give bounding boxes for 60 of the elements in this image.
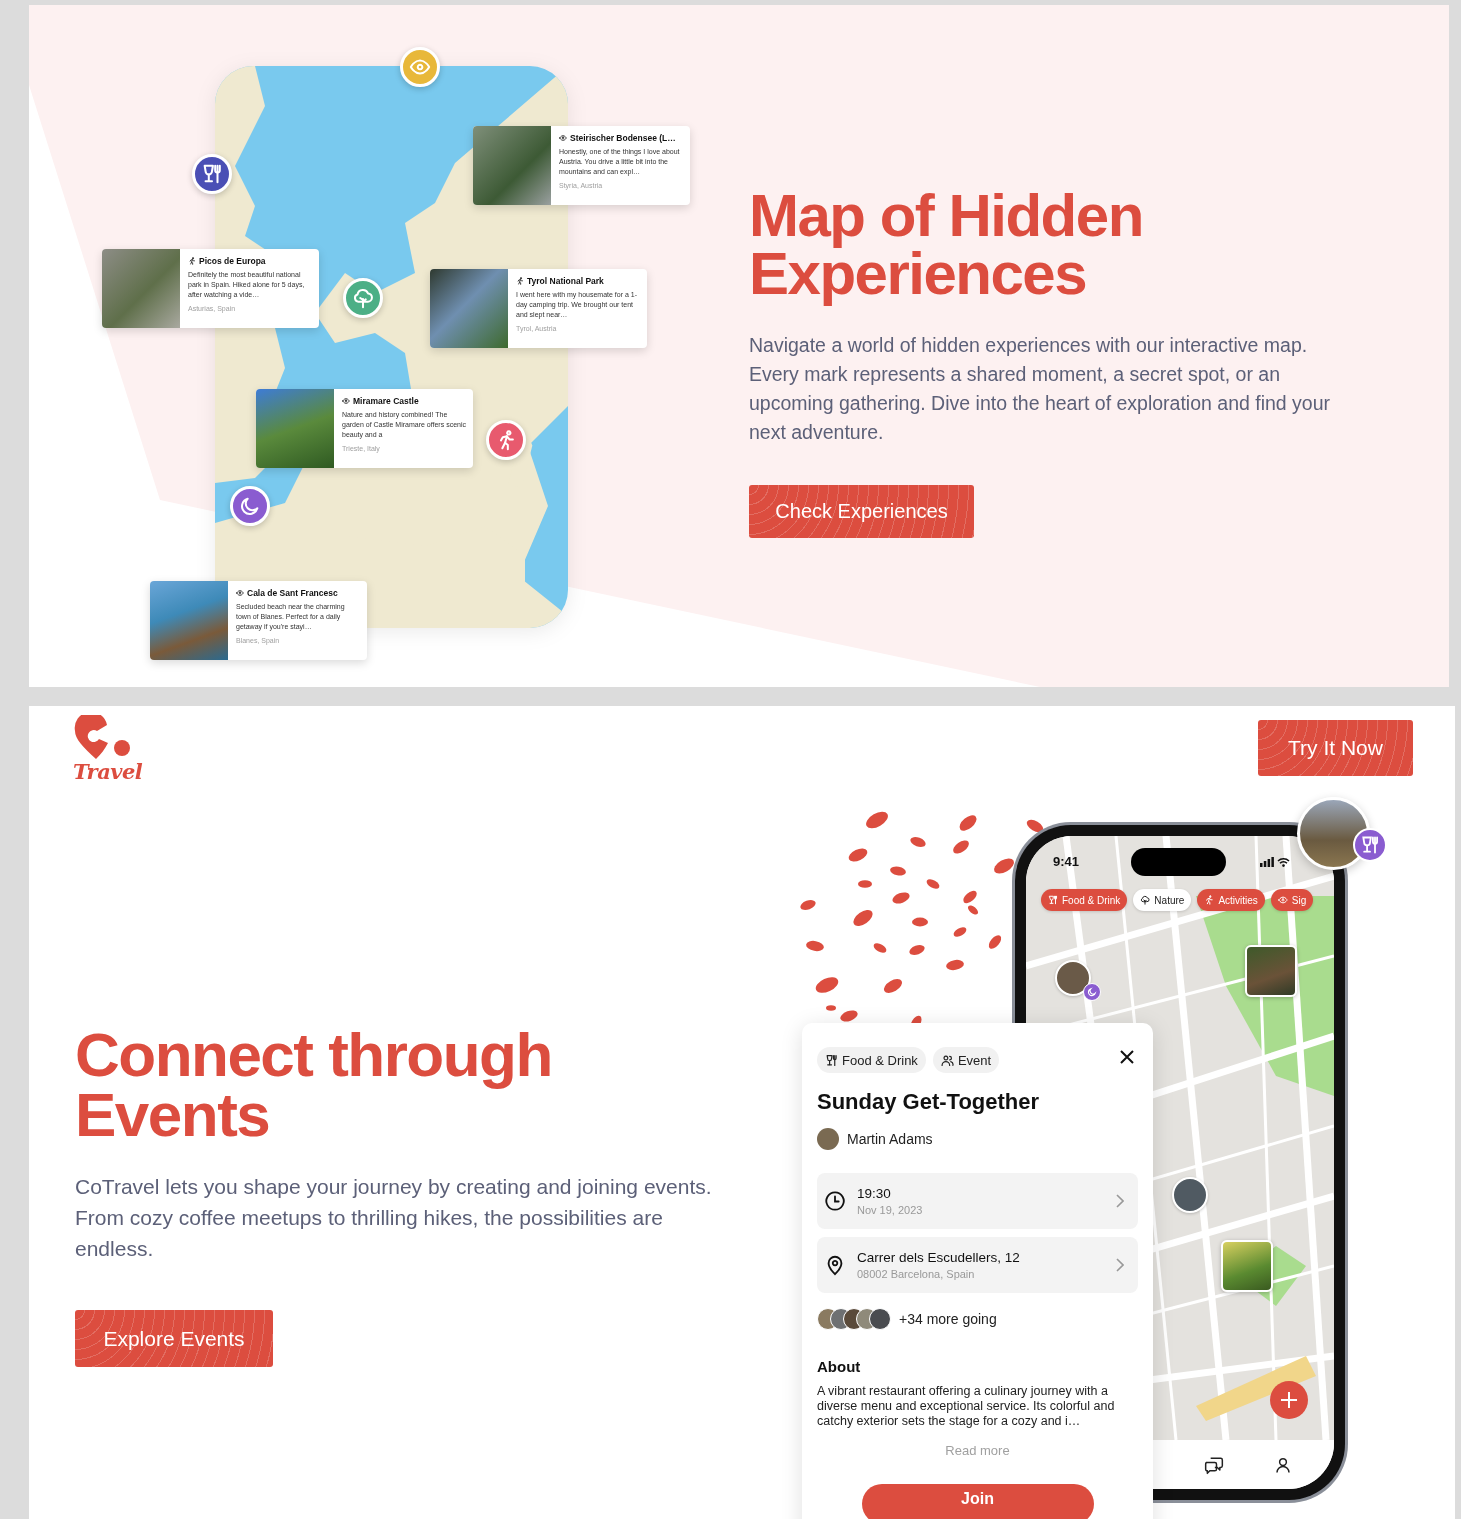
running-person-icon — [1204, 895, 1215, 905]
category-tag: Event — [932, 1047, 1000, 1073]
attendee-count: +34 more going — [899, 1311, 997, 1327]
close-icon[interactable] — [1120, 1050, 1134, 1064]
avatar — [869, 1308, 891, 1330]
card-title: Steirischer Bodensee (L… — [570, 133, 676, 143]
about-text: A vibrant restaurant offering a culinary journey with a diverse menu and exceptional service. Its colorful and catchy exterior sets the stage for a cozy and i… — [817, 1384, 1116, 1429]
signal-icon — [1260, 857, 1274, 867]
join-button[interactable]: Join — [861, 1484, 1094, 1519]
photo-marker[interactable] — [1221, 1240, 1273, 1292]
filter-chip[interactable]: Food & Drink — [1041, 889, 1128, 911]
chevron-icon — [1116, 1194, 1124, 1208]
info-value: Carrer dels Escudellers, 12 — [857, 1250, 1021, 1265]
running-person-icon — [516, 277, 524, 285]
people-icon — [940, 1053, 954, 1067]
info-row[interactable]: 19:30 Nov 19, 2023 — [817, 1173, 1138, 1229]
photo-marker[interactable] — [1245, 945, 1297, 997]
chat-icon[interactable] — [1204, 1455, 1224, 1475]
about-heading: About — [817, 1358, 862, 1375]
tree-icon — [1140, 895, 1151, 905]
moon-icon — [239, 495, 261, 517]
clock-icon — [824, 1190, 846, 1212]
card-title: Tyrol National Park — [527, 276, 604, 286]
chevron-icon — [1116, 1258, 1124, 1272]
card-title: Cala de Sant Francesc — [247, 588, 338, 598]
moon-icon — [1087, 987, 1097, 997]
info-detail: 08002 Barcelona, Spain — [857, 1268, 976, 1280]
explore-events-button[interactable]: Explore Events — [75, 1310, 273, 1367]
eye-icon — [559, 134, 567, 142]
plus-icon — [1280, 1391, 1298, 1409]
filter-chip[interactable]: Activities — [1197, 889, 1265, 911]
eye-icon — [342, 397, 350, 405]
status-time: 9:41 — [1053, 854, 1080, 869]
info-value: 19:30 — [857, 1186, 892, 1201]
map-pin[interactable] — [192, 154, 232, 194]
info-detail: Nov 19, 2023 — [857, 1204, 924, 1216]
category-tag: Food & Drink — [817, 1047, 926, 1073]
person-icon[interactable] — [1274, 1456, 1292, 1474]
section-description: CoTravel lets you shape your journey by creating and joining events. From cozy coffee meetups to thrilling hikes, the possibilities are endless. — [75, 1174, 713, 1262]
info-row[interactable]: Carrer dels Escudellers, 12 08002 Barcelona, Spain — [817, 1237, 1138, 1293]
event-title: Sunday Get-Together — [817, 1089, 1041, 1115]
avatar — [817, 1128, 839, 1150]
card-title: Miramare Castle — [353, 396, 419, 406]
section-title: Connect through Events — [75, 1025, 553, 1145]
wifi-icon — [1277, 857, 1290, 867]
eye-icon — [1277, 895, 1288, 905]
card-title: Picos de Europa — [199, 256, 266, 266]
host-name: Martin Adams — [847, 1131, 933, 1147]
running-person-icon — [188, 257, 196, 265]
section-description: Navigate a world of hidden experiences with our interactive map. Every mark represents a shared moment, a secret spot, or an upcoming gathering. Dive into the heart of exploration and find your next adventure. — [749, 333, 1332, 445]
tree-icon — [352, 287, 374, 309]
eye-icon — [236, 589, 244, 597]
try-it-now-button[interactable]: Try It Now — [1258, 720, 1413, 776]
check-experiences-button[interactable]: Check Experiences — [749, 485, 974, 538]
glass-and-fork-icon — [1048, 895, 1058, 905]
glass-and-fork-icon — [201, 163, 223, 185]
glass-and-fork-icon — [1360, 835, 1380, 855]
logo-text: Travel — [73, 759, 143, 784]
glass-and-fork-icon — [825, 1053, 838, 1067]
filter-chip[interactable]: Nature — [1133, 889, 1192, 911]
